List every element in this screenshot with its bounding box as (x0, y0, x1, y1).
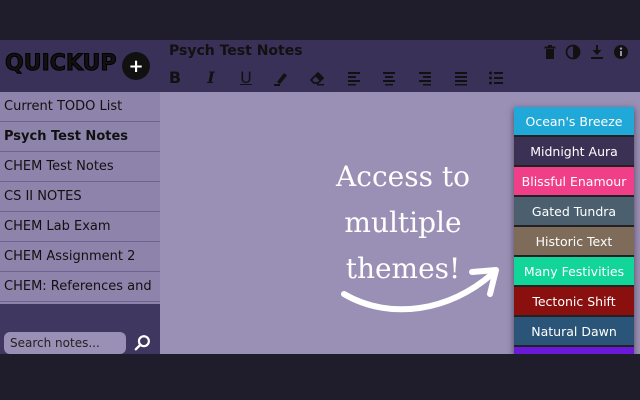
align-justify-icon[interactable] (453, 70, 469, 86)
highlighter-icon[interactable] (273, 70, 289, 86)
editor-header: Psych Test Notes B I U (160, 40, 640, 92)
note-list-item[interactable]: Psych Test Notes (0, 122, 160, 152)
bullet-list-icon[interactable] (488, 70, 504, 86)
theme-option[interactable]: Historic Text (514, 227, 634, 255)
note-list-item[interactable]: CHEM: References and (0, 272, 160, 302)
theme-option[interactable]: Tectonic Shift (514, 287, 634, 315)
bold-button[interactable]: B (167, 70, 183, 86)
note-list-item[interactable]: CHEM Test Notes (0, 152, 160, 182)
align-center-icon[interactable] (381, 70, 397, 86)
note-list: Current TODO List Psych Test Notes CHEM Te… (0, 92, 160, 304)
note-list-item[interactable]: Current TODO List (0, 92, 160, 122)
contrast-icon[interactable] (565, 44, 581, 60)
search-input[interactable] (4, 332, 126, 354)
theme-option[interactable]: Midnight Aura (514, 137, 634, 165)
search-row (0, 304, 160, 354)
logo-area: QUICKUP + (0, 40, 160, 92)
theme-option[interactable]: Many Festivities (514, 257, 634, 285)
theme-menu: Ocean's Breeze Midnight Aura Blissful Enam… (514, 107, 634, 354)
note-list-item[interactable]: CHEM Lab Exam (0, 212, 160, 242)
promo-line: Access to (336, 160, 470, 193)
app-window: QUICKUP + Current TODO List Psych Test No… (0, 40, 640, 354)
underline-button[interactable]: U (238, 70, 254, 86)
app-logo: QUICKUP (5, 51, 118, 77)
note-title: Psych Test Notes (169, 43, 303, 59)
curved-arrow-icon (341, 267, 499, 313)
note-list-item[interactable]: CHEM Assignment 2 (0, 242, 160, 272)
align-left-icon[interactable] (346, 70, 362, 86)
sidebar: QUICKUP + Current TODO List Psych Test No… (0, 40, 160, 354)
search-icon[interactable] (134, 334, 152, 352)
theme-option[interactable]: Axial Nebula (514, 347, 634, 354)
align-right-icon[interactable] (417, 70, 433, 86)
trash-icon[interactable] (542, 44, 558, 60)
theme-option[interactable]: Ocean's Breeze (514, 107, 634, 135)
download-icon[interactable] (589, 44, 605, 60)
theme-option[interactable]: Blissful Enamour (514, 167, 634, 195)
info-icon[interactable] (613, 44, 629, 60)
note-list-item[interactable]: CS II NOTES (0, 182, 160, 212)
add-note-button[interactable]: + (122, 52, 150, 80)
theme-option[interactable]: Natural Dawn (514, 317, 634, 345)
theme-option[interactable]: Gated Tundra (514, 197, 634, 225)
promo-line: multiple (344, 206, 462, 239)
eraser-icon[interactable] (309, 70, 325, 86)
italic-button[interactable]: I (203, 70, 219, 86)
